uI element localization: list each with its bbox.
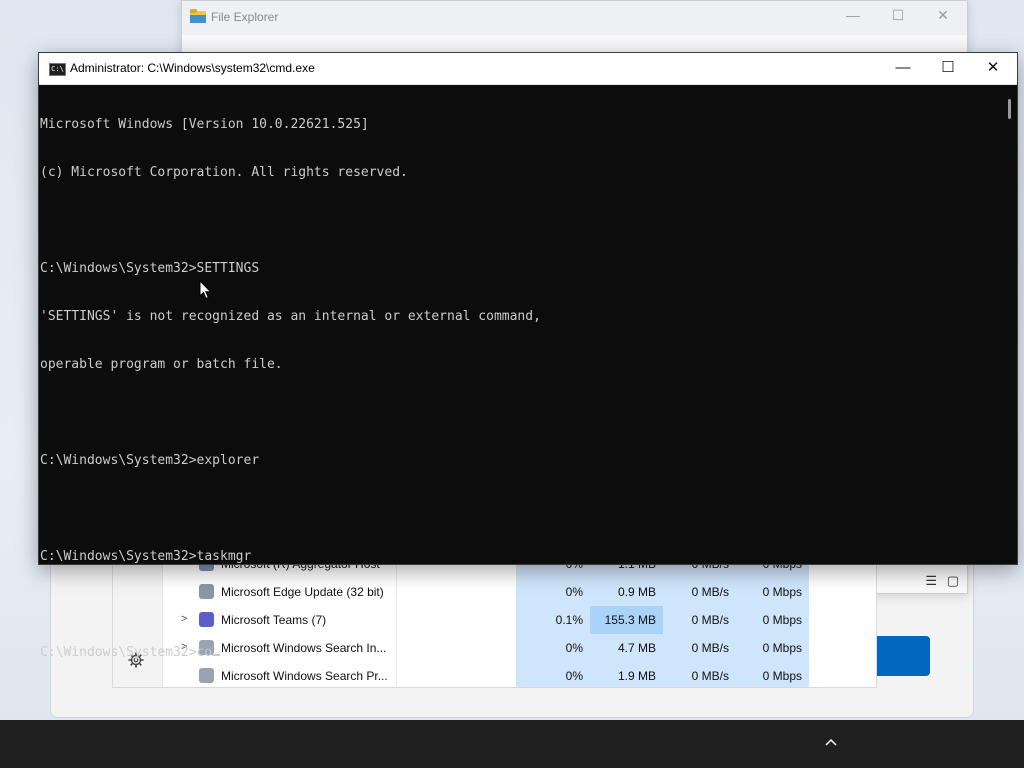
terminal-input-line[interactable]: C:\Windows\System32>co [40, 645, 1000, 661]
terminal-input[interactable]: co [197, 645, 213, 660]
cmd-app-icon: C:\ [49, 63, 66, 76]
terminal-output[interactable]: Microsoft Windows [Version 10.0.22621.52… [39, 85, 1000, 660]
cmd-titlebar[interactable]: C:\ Administrator: C:\Windows\system32\c… [39, 53, 1017, 85]
file-explorer-titlebar[interactable]: File Explorer — ☐ ✕ [182, 1, 967, 35]
terminal-prompt: C:\Windows\System32> [40, 645, 197, 660]
terminal-line: 'SETTINGS' is not recognized as an inter… [40, 309, 541, 324]
folder-icon [190, 9, 206, 23]
terminal-line: Microsoft Windows [Version 10.0.22621.52… [40, 117, 369, 132]
cmd-scrollbar[interactable] [1000, 85, 1017, 564]
file-explorer-maximize-button[interactable]: ☐ [887, 7, 909, 27]
file-explorer-close-button[interactable]: ✕ [932, 7, 954, 27]
mouse-pointer-icon [199, 280, 212, 300]
cmd-window: C:\ Administrator: C:\Windows\system32\c… [38, 52, 1018, 660]
terminal-line: C:\Windows\System32>SETTINGS [40, 261, 260, 276]
terminal-line: (c) Microsoft Corporation. All rights re… [40, 165, 408, 180]
scrollbar-thumb[interactable] [1008, 99, 1011, 119]
terminal-line: C:\Windows\System32>explorer [40, 453, 260, 468]
file-explorer-title: File Explorer [211, 10, 279, 24]
taskbar [0, 720, 1024, 768]
file-explorer-minimize-button[interactable]: — [842, 7, 864, 27]
text-cursor [212, 654, 221, 656]
cmd-minimize-button[interactable]: — [888, 57, 918, 79]
system-tray-chevron-icon[interactable] [824, 735, 838, 749]
terminal-line: operable program or batch file. [40, 357, 283, 372]
terminal-line: C:\Windows\System32>taskmgr [40, 549, 252, 564]
cmd-window-title: Administrator: C:\Windows\system32\cmd.e… [70, 61, 315, 75]
cmd-maximize-button[interactable]: ☐ [933, 57, 963, 79]
cmd-close-button[interactable]: ✕ [978, 57, 1008, 79]
